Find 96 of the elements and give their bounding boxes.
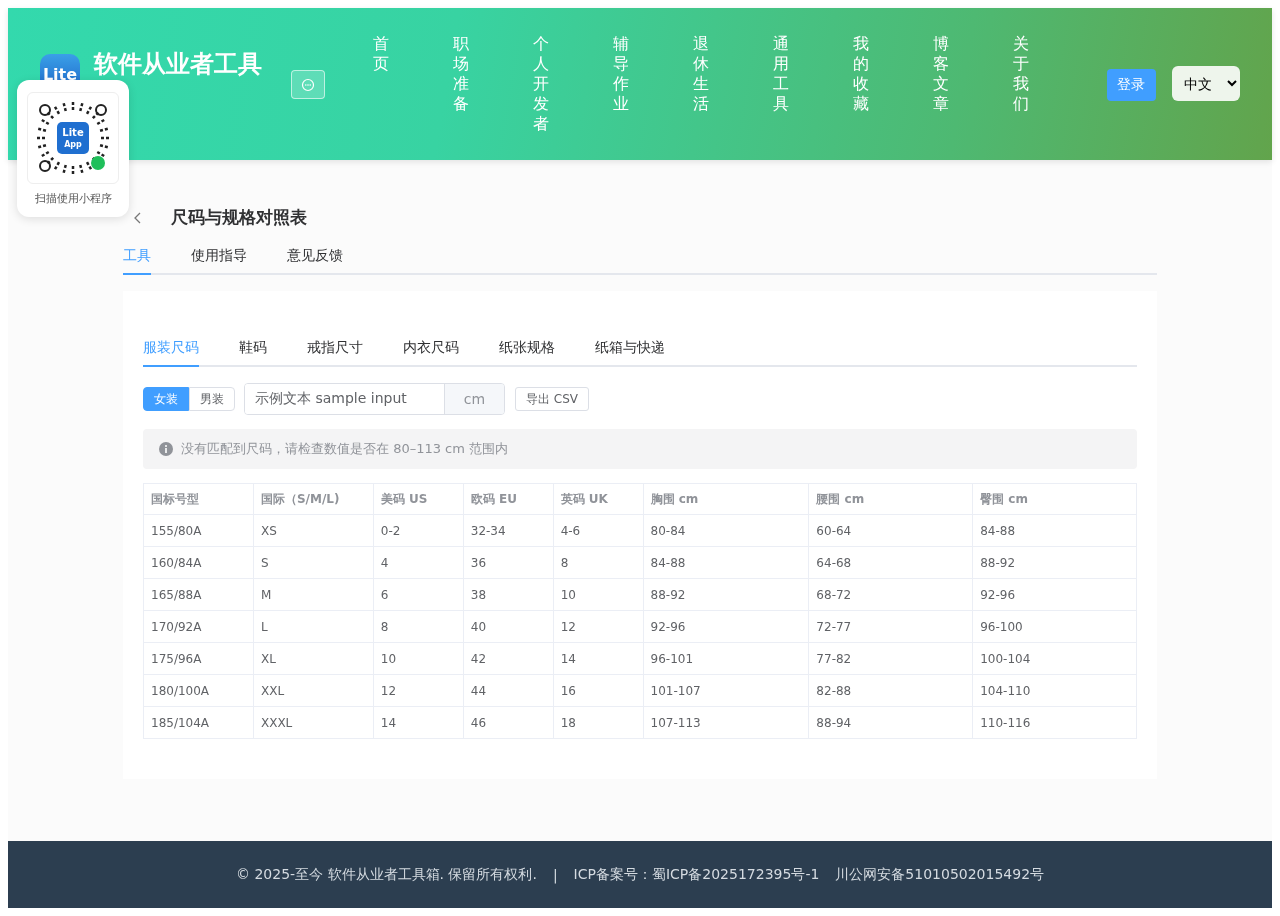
page-tab[interactable]: 意见反馈 (287, 247, 343, 275)
table-cell: 10 (553, 578, 644, 611)
table-cell: 180/100A (143, 674, 254, 707)
table-cell: XL (253, 642, 374, 675)
tool-tab[interactable]: 鞋码 (239, 339, 267, 367)
table-cell: 4 (373, 546, 464, 579)
page-tab[interactable]: 使用指导 (191, 247, 247, 275)
tool-tab[interactable]: 内衣尺码 (403, 339, 459, 367)
table-cell: 92-96 (972, 578, 1137, 611)
table-cell: 6 (373, 578, 464, 611)
qr-code-drawing: Lite App (31, 96, 115, 180)
table-cell: 38 (463, 578, 554, 611)
chat-bubble-icon (300, 77, 315, 92)
table-cell: 88-92 (972, 546, 1137, 579)
table-cell: 42 (463, 642, 554, 675)
login-button[interactable]: 登录 (1106, 69, 1157, 101)
page-tab[interactable]: 工具 (123, 247, 151, 275)
table-cell: 88-92 (643, 578, 809, 611)
table-cell: 96-100 (972, 610, 1137, 643)
table-cell: 165/88A (143, 578, 254, 611)
table-cell: 46 (463, 706, 554, 739)
table-cell: M (253, 578, 374, 611)
table-cell: L (253, 610, 374, 643)
nav-link[interactable]: 博客文章 (932, 34, 1013, 134)
table-cell: 92-96 (643, 610, 809, 643)
table-cell: 80-84 (643, 514, 809, 547)
nav-link[interactable]: 退休生活 (692, 34, 773, 134)
table-cell: 40 (463, 610, 554, 643)
column-header: 欧码 EU (463, 483, 554, 515)
export-csv-button[interactable]: 导出 CSV (515, 387, 590, 411)
gender-toggle[interactable]: 女装 (143, 387, 189, 411)
tool-tab[interactable]: 戒指尺寸 (307, 339, 363, 367)
table-cell: 88-94 (808, 706, 973, 739)
table-cell: 60-64 (808, 514, 973, 547)
table-cell: 110-116 (972, 706, 1137, 739)
table-cell: XXXL (253, 706, 374, 739)
table-cell: 8 (373, 610, 464, 643)
table-cell: XS (253, 514, 374, 547)
copyright-text: © 2025-至今 软件从业者工具箱. 保留所有权利. (235, 865, 537, 884)
table-cell: S (253, 546, 374, 579)
column-header: 国标号型 (143, 483, 254, 515)
gender-toggle[interactable]: 男装 (189, 387, 235, 411)
nav-link[interactable]: 关于我们 (1012, 34, 1093, 134)
table-cell: 107-113 (643, 706, 809, 739)
table-cell: 44 (463, 674, 554, 707)
column-header: 英码 UK (553, 483, 644, 515)
measurement-field[interactable]: 示例文本 sample input cm (244, 383, 505, 415)
icp-link[interactable]: ICP备案号：蜀ICP备2025172395号-1 (573, 865, 820, 884)
column-header: 胸围 cm (643, 483, 809, 515)
table-cell: 14 (553, 642, 644, 675)
alert-message: 没有匹配到尺码，请检查数值是否在 80–113 cm 范围内 (181, 440, 509, 458)
table-cell: 84-88 (643, 546, 809, 579)
table-cell: 36 (463, 546, 554, 579)
site-title: 软件从业者工具 (94, 49, 262, 80)
police-record-link[interactable]: 川公网安备51010502015492号 (835, 865, 1045, 884)
table-cell: 16 (553, 674, 644, 707)
table-cell: XXL (253, 674, 374, 707)
table-cell: 68-72 (808, 578, 973, 611)
table-cell: 170/92A (143, 610, 254, 643)
separator-text: | (552, 866, 558, 883)
page-title: 尺码与规格对照表 (171, 206, 307, 229)
table-cell: 18 (553, 706, 644, 739)
table-cell: 12 (373, 674, 464, 707)
table-cell: 175/96A (143, 642, 254, 675)
table-cell: 82-88 (808, 674, 973, 707)
nav-link[interactable]: 辅导作业 (612, 34, 693, 134)
language-select[interactable]: 中文 (1172, 66, 1240, 101)
qr-caption: 扫描使用小程序 (34, 191, 112, 206)
table-cell: 0-2 (373, 514, 464, 547)
table-cell: 8 (553, 546, 644, 579)
column-header: 美码 US (373, 483, 464, 515)
table-cell: 72-77 (808, 610, 973, 643)
table-cell: 4-6 (553, 514, 644, 547)
table-cell: 84-88 (972, 514, 1137, 547)
table-cell: 101-107 (643, 674, 809, 707)
table-cell: 100-104 (972, 642, 1137, 675)
nav-link[interactable]: 我的收藏 (852, 34, 933, 134)
table-cell: 96-101 (643, 642, 809, 675)
table-cell: 77-82 (808, 642, 973, 675)
nav-link[interactable]: 通用工具 (772, 34, 853, 134)
table-cell: 64-68 (808, 546, 973, 579)
info-icon (159, 442, 173, 456)
tool-tab[interactable]: 服装尺码 (143, 339, 199, 367)
table-cell: 155/80A (143, 514, 254, 547)
table-cell: 12 (553, 610, 644, 643)
table-cell: 14 (373, 706, 464, 739)
table-cell: 160/84A (143, 546, 254, 579)
column-header: 臀围 cm (972, 483, 1137, 515)
table-cell: 185/104A (143, 706, 254, 739)
column-header: 腰围 cm (808, 483, 973, 515)
column-header: 国际（S/M/L) (253, 483, 374, 515)
tool-tab[interactable]: 纸箱与快递 (595, 339, 665, 367)
table-cell: 32-34 (463, 514, 554, 547)
tool-tab[interactable]: 纸张规格 (499, 339, 555, 367)
table-cell: 104-110 (972, 674, 1137, 707)
table-cell: 10 (373, 642, 464, 675)
